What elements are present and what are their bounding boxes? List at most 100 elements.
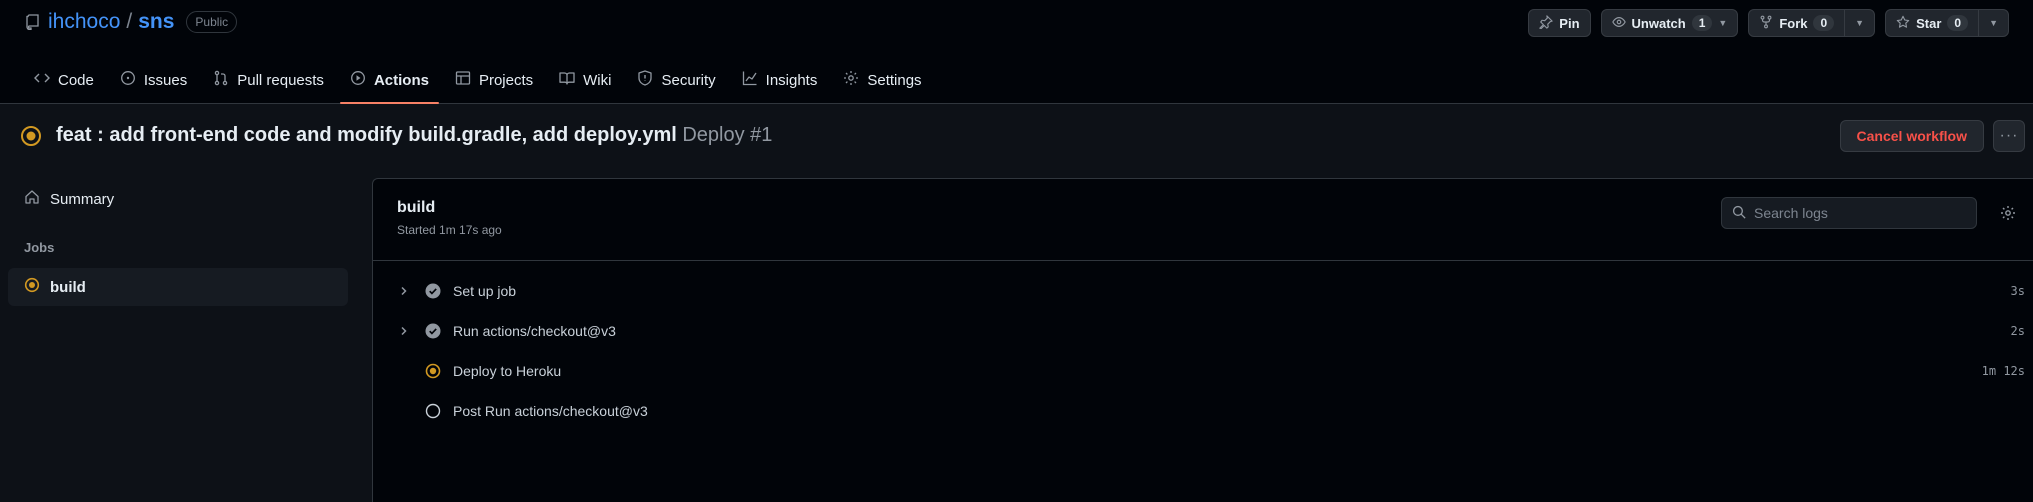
star-icon	[1896, 15, 1910, 32]
step-name: Run actions/checkout@v3	[453, 323, 616, 339]
more-options-button[interactable]: ···	[1993, 120, 2025, 152]
repo-header: ihchoco / sns Public Pin Unwatch 1 ▼ For…	[0, 0, 2033, 104]
step-name: Deploy to Heroku	[453, 363, 562, 379]
pin-icon	[1539, 14, 1553, 32]
sidebar-item-summary[interactable]: Summary	[8, 180, 348, 218]
tab-label: Security	[661, 71, 716, 89]
log-settings-button[interactable]	[1997, 203, 2019, 225]
tab-label: Code	[58, 71, 94, 89]
kebab-horizontal-icon: ···	[1999, 127, 2019, 144]
in-progress-icon	[24, 277, 40, 297]
job-started-time: Started 1m 17s ago	[397, 223, 502, 237]
step-duration: 3s	[2010, 284, 2025, 298]
tab-label: Actions	[373, 71, 429, 89]
tab-pull-requests[interactable]: Pull requests	[203, 58, 334, 102]
tab-label: Pull requests	[237, 71, 324, 89]
chevron-right-icon	[397, 324, 411, 338]
repo-tabs: Code Issues Pull requests Actions Projec…	[24, 58, 938, 104]
pin-button[interactable]: Pin	[1528, 9, 1591, 37]
watch-counter: 1	[1691, 15, 1713, 31]
step-list: Set up job 3s Run actions/checkout@v3 2s…	[373, 271, 2033, 431]
tab-label: Issues	[143, 71, 188, 89]
chevron-down-icon: ▼	[1855, 18, 1865, 28]
queued-circle-icon	[425, 403, 441, 419]
gear-icon	[843, 70, 859, 90]
fork-button-group: Fork 0 ▼	[1748, 9, 1876, 37]
run-header: feat : add front-end code and modify bui…	[0, 104, 2033, 172]
sidebar-item-label: build	[50, 278, 86, 296]
check-circle-icon	[425, 323, 441, 339]
unwatch-button[interactable]: Unwatch 1 ▼	[1600, 9, 1739, 37]
issue-icon	[120, 70, 136, 90]
repo-icon	[24, 13, 42, 31]
star-dropdown-button[interactable]: ▼	[1979, 10, 2008, 36]
run-workflow-label: Deploy #1	[682, 124, 773, 146]
check-circle-icon	[425, 283, 441, 299]
job-header: build Started 1m 17s ago	[373, 179, 2033, 261]
jobs-heading: Jobs	[24, 240, 55, 255]
fork-counter: 0	[1813, 15, 1835, 31]
chevron-right-icon	[397, 284, 411, 298]
pull-request-icon	[213, 70, 229, 90]
search-icon	[1732, 205, 1746, 222]
in-progress-icon	[20, 125, 42, 147]
cancel-workflow-button[interactable]: Cancel workflow	[1839, 120, 1984, 152]
run-title: feat : add front-end code and modify bui…	[56, 124, 772, 147]
job-title: build	[397, 199, 436, 216]
step-name: Set up job	[453, 283, 517, 299]
tab-security[interactable]: Security	[627, 58, 725, 102]
tab-code[interactable]: Code	[24, 58, 104, 102]
tab-label: Insights	[765, 71, 818, 89]
book-icon	[559, 70, 575, 90]
repo-owner-link[interactable]: ihchoco	[48, 10, 120, 34]
step-duration: 1m 12s	[1981, 364, 2025, 378]
table-icon	[455, 70, 471, 90]
unwatch-label: Unwatch	[1631, 15, 1686, 31]
step-row[interactable]: Deploy to Heroku 1m 12s	[373, 351, 2033, 391]
play-icon	[350, 70, 366, 90]
star-button[interactable]: Star 0	[1886, 10, 1978, 36]
repo-name-link[interactable]: sns	[138, 10, 174, 34]
in-progress-icon	[425, 363, 441, 379]
tab-label: Wiki	[583, 71, 612, 89]
chevron-down-icon: ▼	[1989, 18, 1998, 28]
gear-icon	[2000, 205, 2016, 224]
step-row[interactable]: Post Run actions/checkout@v3	[373, 391, 2033, 431]
tab-projects[interactable]: Projects	[445, 58, 543, 102]
tab-wiki[interactable]: Wiki	[549, 58, 621, 102]
shield-icon	[637, 70, 653, 90]
star-button-group: Star 0 ▼	[1885, 9, 2009, 37]
step-row[interactable]: Set up job 3s	[373, 271, 2033, 311]
visibility-badge: Public	[186, 11, 238, 33]
job-log-panel: build Started 1m 17s ago Set up job 3s	[372, 178, 2033, 502]
fork-button[interactable]: Fork 0	[1749, 10, 1844, 36]
tab-issues[interactable]: Issues	[110, 58, 197, 102]
fork-icon	[1759, 15, 1773, 32]
tab-label: Projects	[478, 71, 534, 89]
tab-insights[interactable]: Insights	[732, 58, 828, 102]
star-label: Star	[1916, 15, 1942, 31]
fork-dropdown-button[interactable]: ▼	[1845, 10, 1874, 36]
graph-icon	[742, 70, 758, 90]
chevron-down-icon: ▼	[1718, 18, 1728, 28]
step-name: Post Run actions/checkout@v3	[453, 403, 648, 419]
search-logs-box	[1721, 197, 1977, 229]
eye-icon	[1611, 15, 1626, 32]
repo-actions: Pin Unwatch 1 ▼ Fork 0 ▼ Star 0 ▼	[1528, 9, 2009, 37]
home-icon	[24, 189, 40, 209]
run-commit-message: feat : add front-end code and modify bui…	[56, 124, 677, 146]
search-logs-input[interactable]	[1754, 205, 1954, 221]
pin-label: Pin	[1559, 15, 1580, 31]
sidebar-item-build[interactable]: build	[8, 268, 348, 306]
repo-separator: /	[126, 10, 133, 33]
step-row[interactable]: Run actions/checkout@v3 2s	[373, 311, 2033, 351]
tab-actions[interactable]: Actions	[339, 58, 439, 104]
tab-settings[interactable]: Settings	[833, 58, 931, 102]
code-icon	[34, 70, 50, 90]
tab-label: Settings	[867, 71, 922, 89]
star-counter: 0	[1947, 15, 1969, 31]
repo-title: ihchoco / sns Public	[24, 10, 238, 34]
step-duration: 2s	[2010, 324, 2025, 338]
sidebar-item-label: Summary	[50, 190, 115, 208]
fork-label: Fork	[1779, 15, 1808, 31]
